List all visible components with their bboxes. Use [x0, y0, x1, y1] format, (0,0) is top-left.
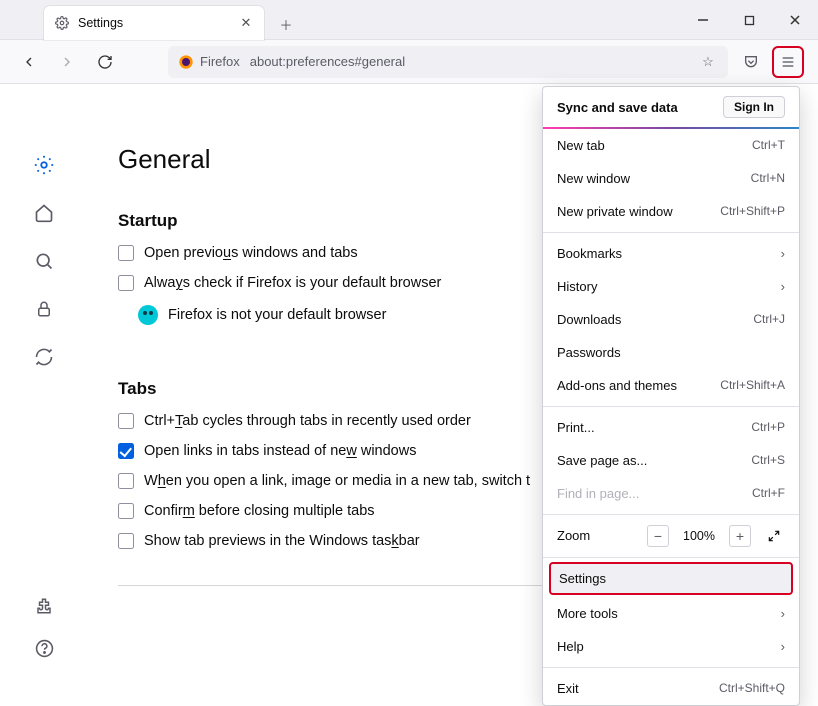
menu-new-tab[interactable]: New tabCtrl+T — [543, 129, 799, 162]
reload-button[interactable] — [90, 47, 120, 77]
fullscreen-button[interactable] — [763, 525, 785, 547]
browser-tab[interactable]: Settings ✕ — [44, 6, 264, 40]
zoom-out-button[interactable]: − — [647, 525, 669, 547]
menu-more-tools[interactable]: More tools› — [543, 597, 799, 630]
sidebar-help-icon[interactable] — [33, 637, 55, 659]
menu-new-private-window[interactable]: New private windowCtrl+Shift+P — [543, 195, 799, 228]
url-text: about:preferences#general — [250, 54, 688, 69]
maximize-button[interactable] — [726, 0, 772, 40]
zoom-in-button[interactable]: + — [729, 525, 751, 547]
tab-title: Settings — [78, 16, 230, 30]
chevron-right-icon: › — [781, 279, 785, 294]
menu-exit[interactable]: ExitCtrl+Shift+Q — [543, 672, 799, 705]
menu-print[interactable]: Print...Ctrl+P — [543, 411, 799, 444]
sidebar-extensions-icon[interactable] — [33, 595, 55, 617]
menu-passwords[interactable]: Passwords — [543, 336, 799, 369]
menu-sync-row: Sync and save data Sign In — [543, 87, 799, 127]
app-menu-button[interactable] — [772, 46, 804, 78]
prefs-sidebar — [0, 84, 88, 689]
identity-label: Firefox — [200, 54, 240, 69]
checkbox[interactable] — [118, 473, 134, 489]
checkbox[interactable] — [118, 413, 134, 429]
menu-history[interactable]: History› — [543, 270, 799, 303]
chevron-right-icon: › — [781, 246, 785, 261]
back-button[interactable] — [14, 47, 44, 77]
menu-bookmarks[interactable]: Bookmarks› — [543, 237, 799, 270]
sidebar-search-icon[interactable] — [33, 250, 55, 272]
zoom-percent: 100% — [681, 529, 717, 543]
sidebar-general-icon[interactable] — [33, 154, 55, 176]
menu-settings[interactable]: Settings — [549, 562, 793, 595]
url-bar[interactable]: Firefox about:preferences#general ☆ — [168, 46, 728, 78]
chevron-right-icon: › — [781, 639, 785, 654]
settings-icon — [54, 15, 70, 31]
firefox-icon — [178, 54, 194, 70]
menu-save-page[interactable]: Save page as...Ctrl+S — [543, 444, 799, 477]
identity-box[interactable]: Firefox — [178, 54, 240, 70]
menu-addons[interactable]: Add-ons and themesCtrl+Shift+A — [543, 369, 799, 402]
sign-in-button[interactable]: Sign In — [723, 96, 785, 118]
menu-downloads[interactable]: DownloadsCtrl+J — [543, 303, 799, 336]
menu-help[interactable]: Help› — [543, 630, 799, 663]
menu-new-window[interactable]: New windowCtrl+N — [543, 162, 799, 195]
tab-close-icon[interactable]: ✕ — [238, 15, 254, 31]
close-window-button[interactable] — [772, 0, 818, 40]
checkbox[interactable] — [118, 245, 134, 261]
forward-button[interactable] — [52, 47, 82, 77]
minimize-button[interactable] — [680, 0, 726, 40]
checkbox-checked[interactable] — [118, 443, 134, 459]
app-menu-popup: Sync and save data Sign In New tabCtrl+T… — [542, 86, 800, 706]
checkbox[interactable] — [118, 275, 134, 291]
menu-find-in-page[interactable]: Find in page...Ctrl+F — [543, 477, 799, 510]
sad-face-icon — [138, 305, 158, 325]
menu-zoom-row: Zoom − 100% + — [543, 519, 799, 553]
new-tab-button[interactable]: ＋ — [272, 10, 300, 38]
pocket-button[interactable] — [736, 47, 766, 77]
window-controls — [680, 0, 818, 40]
chevron-right-icon: › — [781, 606, 785, 621]
bookmark-star-icon[interactable]: ☆ — [698, 54, 718, 70]
sidebar-sync-icon[interactable] — [33, 346, 55, 368]
toolbar: Firefox about:preferences#general ☆ — [0, 40, 818, 84]
checkbox[interactable] — [118, 503, 134, 519]
checkbox[interactable] — [118, 533, 134, 549]
sidebar-home-icon[interactable] — [33, 202, 55, 224]
titlebar: Settings ✕ ＋ — [0, 0, 818, 40]
sidebar-privacy-icon[interactable] — [33, 298, 55, 320]
